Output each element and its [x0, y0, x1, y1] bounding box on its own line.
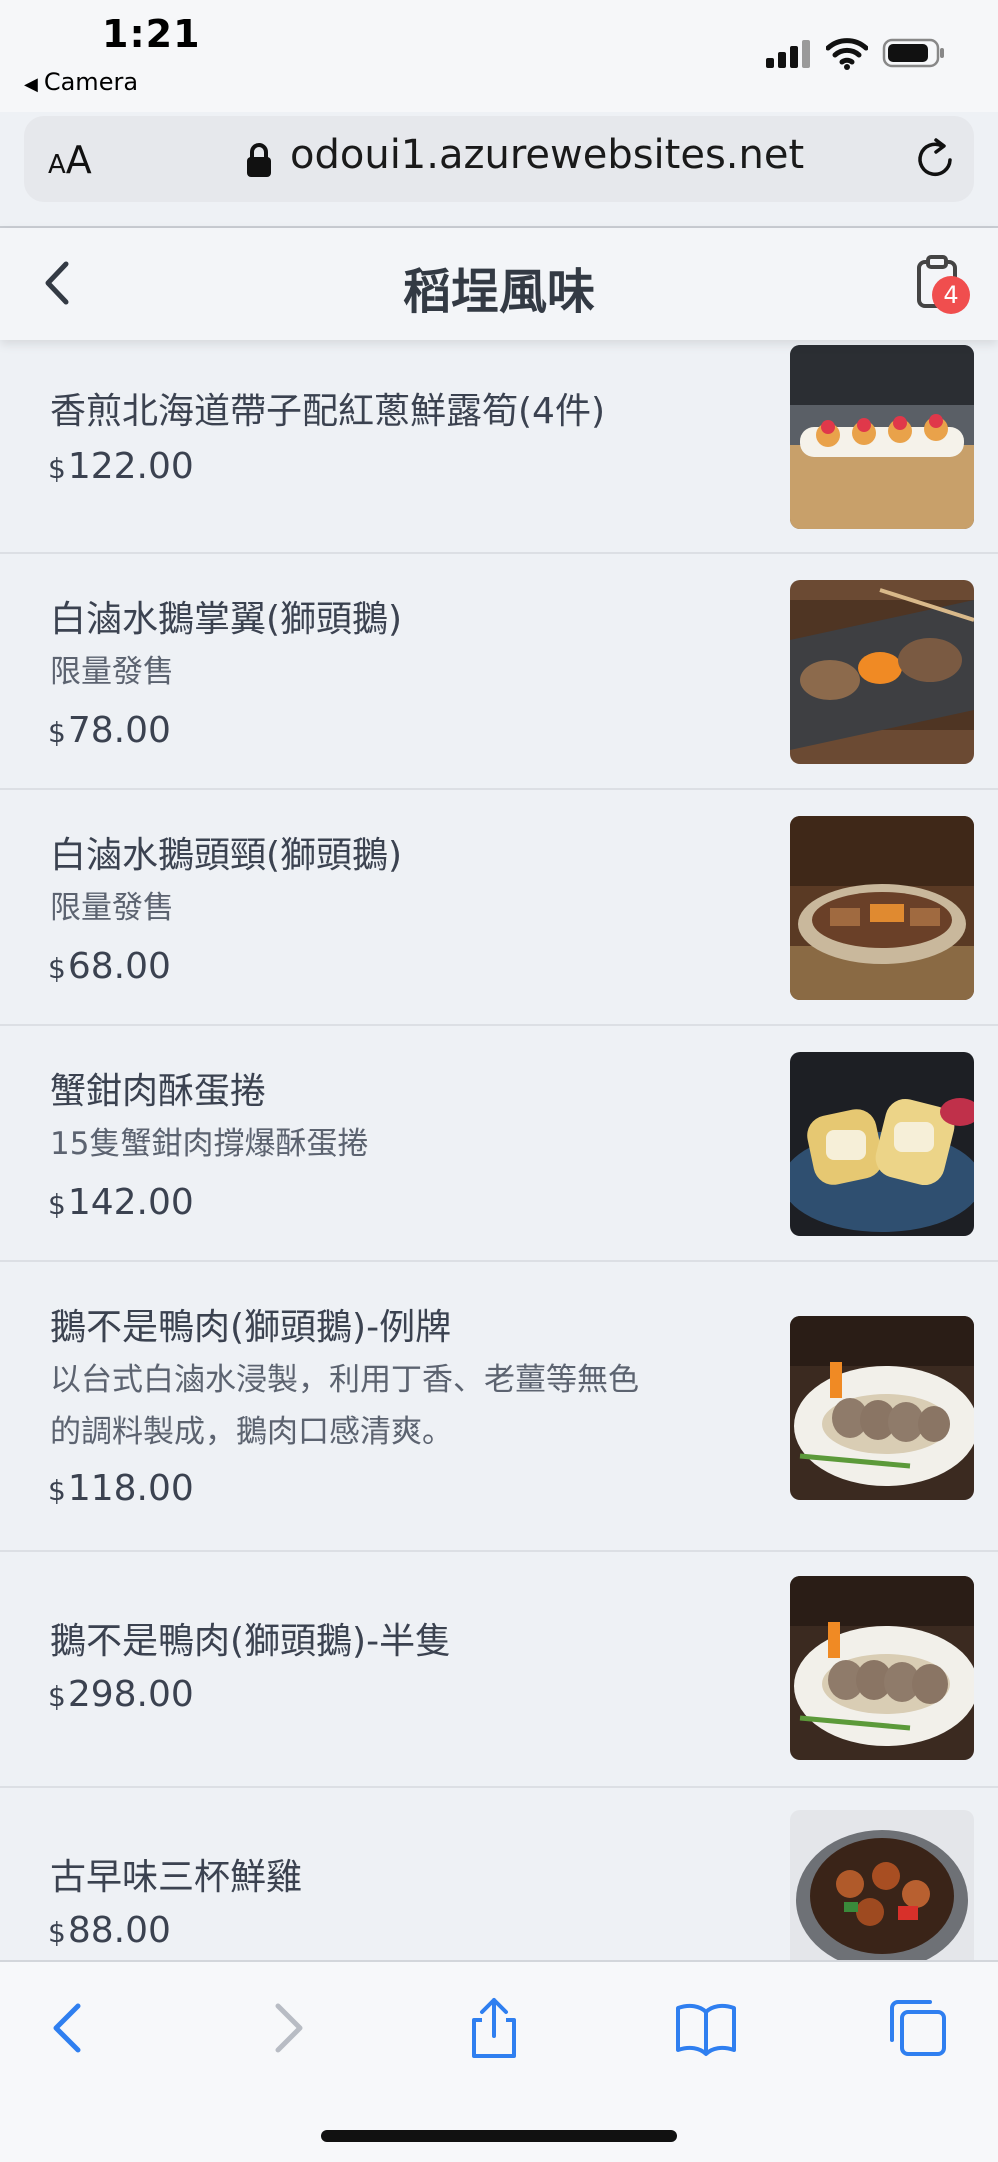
lock-icon [247, 143, 271, 177]
wifi-icon [826, 38, 868, 70]
item-description-line: 以台式白滷水浸製，利用丁香、老薑等無色 [50, 1362, 639, 1398]
item-name: 蟹鉗肉酥蛋捲 [50, 1071, 267, 1112]
sliced-goose-image [790, 1316, 974, 1500]
page-title: 稻埕風味 [402, 264, 595, 320]
battery-icon [882, 38, 944, 68]
item-price: $142.00 [48, 1182, 194, 1223]
bookmarks-icon[interactable] [674, 1996, 738, 2060]
forward-icon[interactable] [254, 1996, 318, 2060]
item-description: 限量發售 [50, 654, 174, 690]
three-cup-chicken-image [790, 1810, 974, 1960]
menu-list: 香煎北海道帶子配紅蔥鮮露筍(4件) $122.00 白滷水鵝掌翼(獅頭鵝) 限量… [0, 340, 998, 1960]
back-app-label: Camera [43, 68, 139, 96]
status-time: 1:21 [102, 12, 201, 56]
scallop-dish-image [790, 345, 974, 529]
cart-count-badge: 4 [932, 276, 970, 314]
item-photo[interactable] [790, 816, 974, 1000]
half-goose-image [790, 1576, 974, 1760]
app-header: 稻埕風味 4 [0, 228, 998, 340]
item-photo[interactable] [790, 1316, 974, 1500]
item-price: $122.00 [48, 446, 194, 487]
item-name: 白滷水鵝掌翼(獅頭鵝) [50, 599, 403, 640]
back-to-app-link[interactable]: ◀ Camera [24, 68, 138, 96]
menu-item[interactable]: 蟹鉗肉酥蛋捲 15隻蟹鉗肉撐爆酥蛋捲 $142.00 [0, 1026, 998, 1262]
url-text[interactable]: odoui1.azurewebsites.net [290, 132, 804, 178]
item-photo[interactable] [790, 345, 974, 529]
item-description: 15隻蟹鉗肉撐爆酥蛋捲 [50, 1126, 369, 1162]
item-name: 鵝不是鴨肉(獅頭鵝)-例牌 [50, 1307, 452, 1348]
menu-item[interactable]: 鵝不是鴨肉(獅頭鵝)-例牌 以台式白滷水浸製，利用丁香、老薑等無色 的調料製成，… [0, 1262, 998, 1552]
item-photo[interactable] [790, 1576, 974, 1760]
item-name: 香煎北海道帶子配紅蔥鮮露筍(4件) [50, 391, 605, 432]
item-photo[interactable] [790, 1810, 974, 1960]
home-indicator[interactable] [321, 2130, 677, 2142]
item-price: $78.00 [48, 710, 171, 751]
item-name: 白滷水鵝頭頸(獅頭鵝) [50, 835, 403, 876]
goose-neck-image [790, 816, 974, 1000]
menu-item[interactable]: 鵝不是鴨肉(獅頭鵝)-半隻 $298.00 [0, 1552, 998, 1788]
item-price: $88.00 [48, 1910, 171, 1951]
status-bar: 1:21 ◀ Camera [0, 0, 998, 112]
share-icon[interactable] [462, 1996, 526, 2060]
reload-icon[interactable] [912, 136, 958, 182]
item-price: $118.00 [48, 1468, 194, 1509]
text-size-button[interactable]: AA [48, 138, 92, 182]
item-price: $68.00 [48, 946, 171, 987]
item-description-line: 的調料製成，鵝肉口感清爽。 [50, 1414, 453, 1450]
back-triangle-icon: ◀ [24, 74, 38, 95]
item-photo[interactable] [790, 580, 974, 764]
item-name: 鵝不是鴨肉(獅頭鵝)-半隻 [50, 1621, 452, 1662]
crab-omelette-roll-image [790, 1052, 974, 1236]
goose-wings-image [790, 580, 974, 764]
menu-item[interactable]: 古早味三杯鮮雞 $88.00 [0, 1788, 998, 1960]
item-photo[interactable] [790, 1052, 974, 1236]
item-description: 限量發售 [50, 890, 174, 926]
menu-item[interactable]: 白滷水鵝頭頸(獅頭鵝) 限量發售 $68.00 [0, 790, 998, 1026]
item-name: 古早味三杯鮮雞 [50, 1857, 303, 1898]
back-icon[interactable] [38, 1996, 102, 2060]
menu-item[interactable]: 香煎北海道帶子配紅蔥鮮露筍(4件) $122.00 [0, 340, 998, 554]
item-price: $298.00 [48, 1674, 194, 1715]
address-bar[interactable]: AA odoui1.azurewebsites.net [24, 116, 974, 202]
tabs-icon[interactable] [886, 1996, 950, 2060]
menu-item[interactable]: 白滷水鵝掌翼(獅頭鵝) 限量發售 $78.00 [0, 554, 998, 790]
cellular-signal-icon [766, 40, 810, 68]
